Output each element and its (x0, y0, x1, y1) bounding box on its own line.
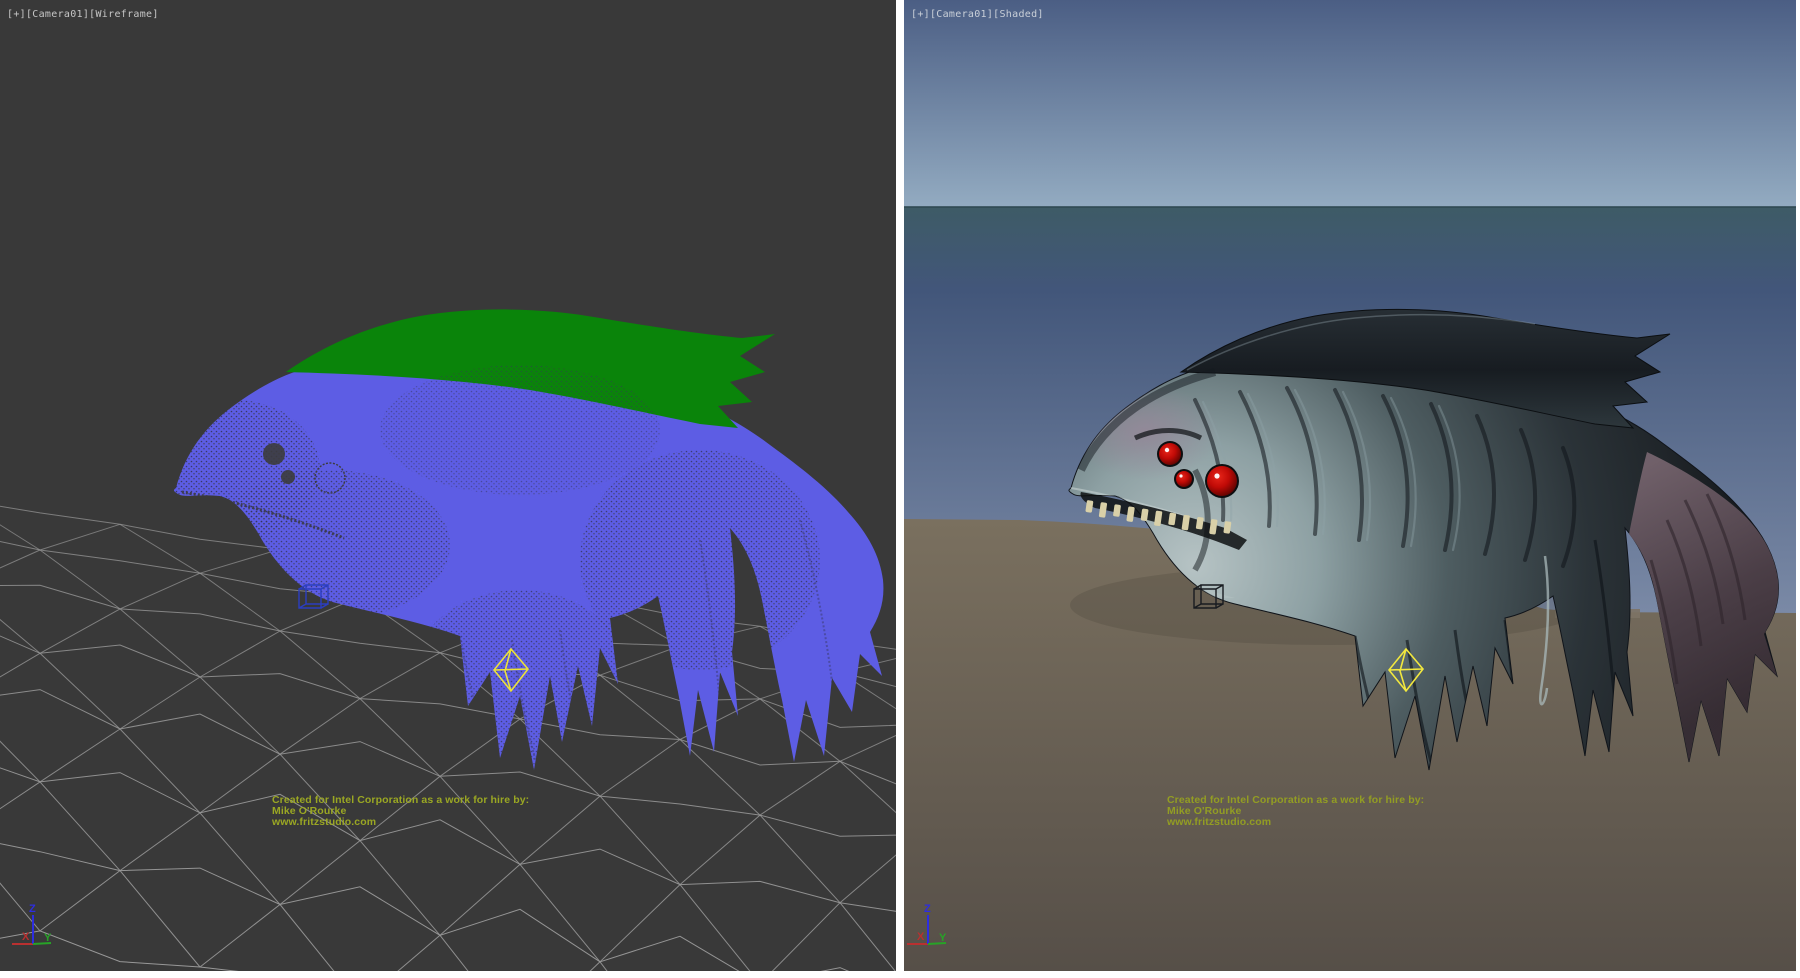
viewport-label-wireframe[interactable]: [+][Camera01][Wireframe] (7, 9, 159, 20)
watermark-line: www.fritzstudio.com (1167, 817, 1424, 828)
watermark: Created for Intel Corporation as a work … (1167, 795, 1424, 828)
watermark-line: www.fritzstudio.com (272, 817, 529, 828)
eye (1207, 466, 1237, 496)
axis-y-label: Y (939, 932, 947, 944)
eye-specular (1165, 448, 1169, 452)
sky-gradient (904, 0, 1796, 207)
sea-band (904, 207, 1796, 290)
viewport-shaded[interactable]: [+][Camera01][Shaded] (904, 0, 1796, 971)
axis-x-label: X (917, 931, 925, 943)
axis-y-label: Y (44, 932, 52, 944)
eye-wireframe (263, 443, 285, 465)
eye-wireframe (281, 470, 295, 484)
max-viewport-window: [+][Camera01][Wireframe] (0, 0, 1800, 978)
eye-specular (1179, 474, 1182, 477)
axis-z-label: Z (29, 903, 36, 915)
watermark: Created for Intel Corporation as a work … (272, 795, 529, 828)
fish-model-wireframe[interactable] (150, 309, 883, 772)
eye (1176, 471, 1192, 487)
eye (1159, 443, 1181, 465)
viewport-divider[interactable] (896, 0, 904, 978)
window-border-bottom (0, 971, 1800, 978)
viewport-label-shaded[interactable]: [+][Camera01][Shaded] (911, 9, 1044, 20)
viewport-wireframe[interactable]: [+][Camera01][Wireframe] (0, 0, 896, 971)
axis-tripod: X Y Z (12, 903, 52, 944)
axis-z-label: Z (924, 903, 931, 915)
horizon-line (904, 206, 1796, 208)
window-border-right (1796, 0, 1800, 978)
axis-x-label: X (22, 931, 30, 943)
eye-specular (1214, 473, 1219, 478)
